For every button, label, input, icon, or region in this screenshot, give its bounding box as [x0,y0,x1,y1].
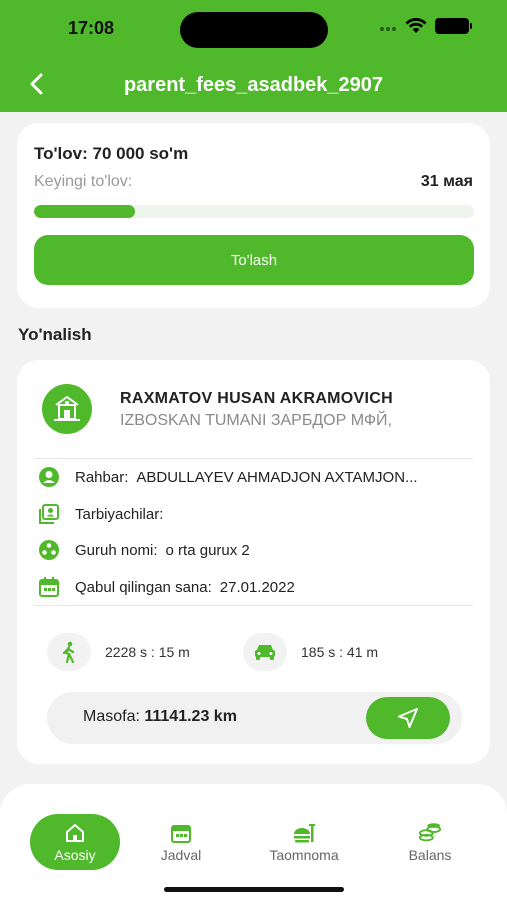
info-label: Guruh nomi: [75,541,158,559]
distance-label: Masofa: [83,708,140,725]
calendar-icon [169,822,193,844]
info-label: Tarbiyachilar: [75,505,164,523]
pay-button[interactable]: To'lash [34,235,474,285]
info-label: Rahbar: [75,468,129,486]
car-icon [243,633,287,671]
calendar-icon [37,575,61,599]
navigation-arrow-icon [398,708,418,728]
info-label: Qabul qilingan sana: [75,578,212,596]
payment-progress-fill [34,205,136,218]
tab-label: Taomnoma [269,846,339,863]
bottom-tab-bar: Asosiy Jadval Taomnoma Balans [0,784,507,900]
status-time: 17:08 [68,18,115,38]
info-value: ABDULLAYEV AHMADJON AXTAMJON... [136,468,418,486]
tab-taomnoma[interactable]: Taomnoma [259,814,349,870]
fee-amount: To'lov: 70 000 so'm [34,144,189,163]
next-payment-date: 31 мая [420,173,473,190]
driving-time-value: 185 s : 41 m [301,644,379,660]
tab-jadval[interactable]: Jadval [136,814,226,870]
page-title: parent_fees_asadbek_2907 [123,74,384,96]
section-title: Yo'nalish [18,325,92,344]
walking-time-value: 2228 s : 15 m [105,644,190,660]
user-icon [37,465,61,489]
status-icons [379,18,472,34]
walking-icon [47,633,91,671]
direction-card: RAXMATOV HUSAN AKRAMOVICH IZBOSKAN TUMAN… [17,360,490,764]
wifi-icon [405,18,427,33]
info-value: 27.01.2022 [219,578,295,596]
driving-time: 185 s : 41 m [243,632,378,672]
payment-progress-bar [34,205,474,218]
home-indicator [164,887,344,892]
info-row-group: Guruh nomi: o rta gurux 2 [37,537,477,563]
next-payment-label: Keyingi to'lov: [34,173,133,190]
distance-value: 11141.23 km [144,708,237,725]
navigate-button[interactable] [366,697,450,739]
dynamic-island [180,12,328,48]
tab-asosiy[interactable]: Asosiy [30,814,120,870]
divider [34,605,473,606]
distance-text: Masofa: 11141.23 km [83,708,237,726]
kindergarten-icon [42,384,92,434]
distance-bar: Masofa: 11141.23 km [47,692,462,744]
contact-card-icon [37,502,61,526]
tab-label: Jadval [160,846,202,863]
battery-icon [435,18,472,34]
tab-label: Balans [408,846,452,863]
organization-name: RAXMATOV HUSAN AKRAMOVICH [120,390,393,407]
info-value: o rta gurux 2 [165,541,250,559]
divider [34,458,473,459]
food-icon [292,822,316,844]
info-row-admission-date: Qabul qilingan sana: 27.01.2022 [37,574,477,600]
home-icon [63,822,87,844]
coins-icon [418,822,442,844]
organization-address: IZBOSKAN TUMANI ЗАРБДОР МФЙ, [120,412,392,429]
walking-time: 2228 s : 15 m [47,632,190,672]
app-header: 17:08 parent_fees_asadbek_2907 [0,0,507,112]
signal-icon [380,27,396,31]
info-row-director: Rahbar: ABDULLAYEV AHMADJON AXTAMJON... [37,464,477,490]
tab-balans[interactable]: Balans [385,814,475,870]
fee-card: To'lov: 70 000 so'm Keyingi to'lov: 31 м… [17,123,490,308]
group-icon [37,538,61,562]
tab-label: Asosiy [54,846,96,863]
info-row-teachers: Tarbiyachilar: [37,501,477,527]
